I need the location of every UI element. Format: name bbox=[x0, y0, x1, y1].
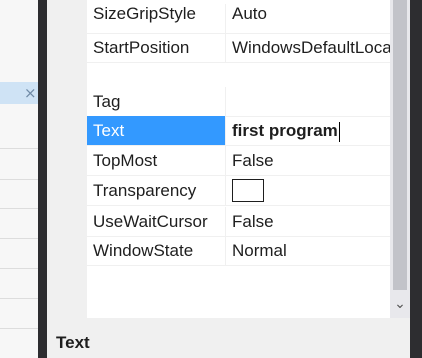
window-frame-right bbox=[410, 0, 422, 358]
property-name: UseWaitCursor bbox=[87, 207, 226, 236]
property-row-windowstate[interactable]: WindowState Normal bbox=[87, 236, 390, 266]
property-row-text[interactable]: Text first program bbox=[87, 116, 390, 146]
close-icon[interactable]: × bbox=[24, 83, 38, 103]
property-grid-gutter bbox=[47, 0, 87, 318]
properties-window: × SizeGripStyle Auto StartPosition Windo… bbox=[0, 0, 422, 358]
property-name: Text bbox=[87, 116, 226, 145]
property-name: TopMost bbox=[87, 146, 226, 175]
divider bbox=[0, 179, 38, 180]
divider bbox=[0, 298, 38, 299]
property-name: StartPosition bbox=[87, 33, 226, 62]
divider bbox=[0, 208, 38, 209]
vertical-scrollbar[interactable]: ⌄ bbox=[390, 0, 410, 318]
property-name: Tag bbox=[87, 87, 226, 116]
description-title: Text bbox=[56, 333, 90, 352]
scrollbar-thumb[interactable] bbox=[393, 0, 407, 290]
divider bbox=[0, 268, 38, 269]
description-panel: Text bbox=[47, 318, 410, 358]
chevron-down-icon[interactable]: ⌄ bbox=[390, 294, 410, 314]
property-value-editor[interactable]: first program bbox=[227, 116, 390, 145]
property-row-topmost[interactable]: TopMost False bbox=[87, 146, 390, 176]
color-swatch bbox=[232, 179, 264, 203]
property-row-tag[interactable]: Tag bbox=[87, 87, 390, 117]
property-value[interactable]: Normal bbox=[227, 236, 390, 265]
property-value[interactable]: False bbox=[227, 146, 390, 175]
property-name: SizeGripStyle bbox=[87, 4, 226, 33]
property-value[interactable] bbox=[227, 87, 390, 116]
text-caret bbox=[338, 121, 340, 142]
divider bbox=[0, 238, 38, 239]
property-name: WindowState bbox=[87, 236, 226, 265]
property-row-sizegripstyle[interactable]: SizeGripStyle Auto bbox=[87, 4, 390, 34]
divider bbox=[0, 328, 38, 329]
property-row-usewaitcursor[interactable]: UseWaitCursor False bbox=[87, 207, 390, 237]
window-frame-left bbox=[38, 0, 47, 358]
property-name: Transparency bbox=[87, 176, 226, 205]
divider bbox=[0, 148, 38, 149]
property-value[interactable]: Auto bbox=[227, 4, 390, 33]
property-value-text: first program bbox=[232, 121, 338, 140]
property-grid: SizeGripStyle Auto StartPosition Windows… bbox=[47, 0, 390, 318]
property-value[interactable]: WindowsDefaultLocation bbox=[227, 33, 390, 62]
property-value[interactable]: False bbox=[227, 207, 390, 236]
property-value[interactable] bbox=[227, 176, 390, 205]
property-row-transparency[interactable]: Transparency bbox=[87, 176, 390, 206]
property-row-startposition[interactable]: StartPosition WindowsDefaultLocation bbox=[87, 33, 390, 63]
background-panel: × bbox=[0, 0, 38, 358]
